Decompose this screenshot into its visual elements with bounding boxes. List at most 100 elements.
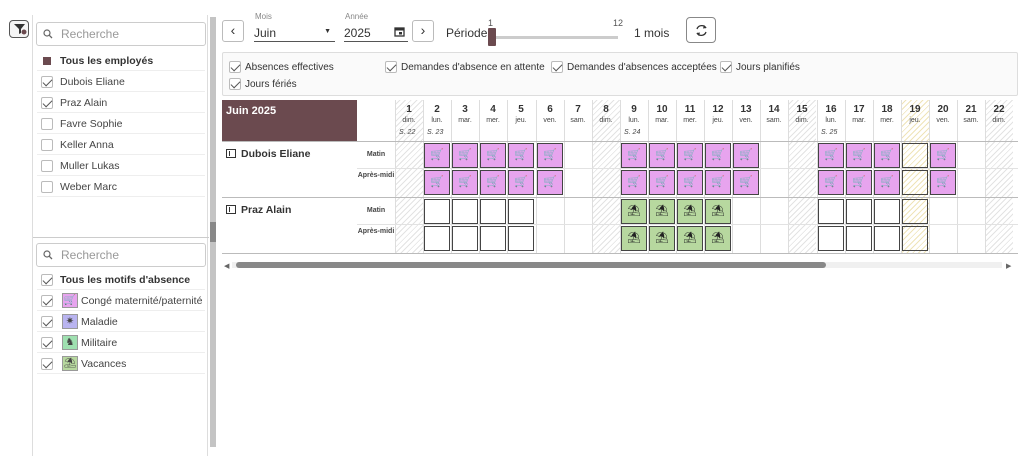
planned-day-cell[interactable]: [508, 226, 534, 251]
absence-cell[interactable]: 🛒: [480, 170, 506, 195]
all-employees-item[interactable]: Tous les employés: [37, 51, 205, 71]
absence-cell[interactable]: 🛒: [930, 170, 956, 195]
absence-cell[interactable]: 🛒: [818, 170, 844, 195]
employee-item[interactable]: Muller Lukas: [37, 156, 205, 176]
planned-day-cell[interactable]: [874, 199, 900, 224]
holiday-cell[interactable]: [902, 199, 928, 224]
absence-cell[interactable]: 🛒: [846, 143, 872, 168]
absence-cell[interactable]: 🛒: [733, 170, 759, 195]
refresh-button[interactable]: [686, 17, 716, 43]
planned-day-cell[interactable]: [480, 199, 506, 224]
absence-cell[interactable]: 🛒: [537, 143, 563, 168]
period-slider-thumb[interactable]: [488, 28, 496, 46]
absence-cell[interactable]: 🛒: [733, 143, 759, 168]
month-select[interactable]: Juin ▼: [254, 22, 335, 42]
year-field[interactable]: 2025: [344, 22, 408, 42]
absence-reason-checkbox[interactable]: [41, 295, 53, 307]
absence-cell[interactable]: 🛒: [621, 143, 647, 168]
planned-day-cell[interactable]: [818, 226, 844, 251]
planned-day-cell[interactable]: [846, 199, 872, 224]
legend-checkbox[interactable]: [551, 61, 563, 73]
employee-item[interactable]: Praz Alain: [37, 93, 205, 113]
absence-cell[interactable]: 🛒: [537, 170, 563, 195]
absence-reason-checkbox[interactable]: [41, 337, 53, 349]
legend-checkbox[interactable]: [229, 78, 241, 90]
absence-reason-checkbox[interactable]: [41, 358, 53, 370]
absence-cell[interactable]: 🛒: [452, 170, 478, 195]
absence-cell[interactable]: ⛱: [649, 226, 675, 251]
absence-cell[interactable]: 🛒: [930, 143, 956, 168]
absence-cell[interactable]: ⛱: [705, 199, 731, 224]
legend-checkbox[interactable]: [385, 61, 397, 73]
absence-cell[interactable]: 🛒: [508, 170, 534, 195]
planned-day-cell[interactable]: [480, 226, 506, 251]
absence-cell[interactable]: ⛱: [621, 226, 647, 251]
planned-day-cell[interactable]: [508, 199, 534, 224]
employee-item[interactable]: Favre Sophie: [37, 114, 205, 134]
absence-reason-item[interactable]: ♞ Militaire: [37, 333, 205, 353]
absence-cell[interactable]: 🛒: [846, 170, 872, 195]
employee-checkbox[interactable]: [41, 181, 53, 193]
employee-search-input[interactable]: [59, 26, 199, 42]
planned-day-cell[interactable]: [846, 226, 872, 251]
absence-cell[interactable]: 🛒: [452, 143, 478, 168]
employee-checkbox[interactable]: [41, 139, 53, 151]
all-employees-checkbox[interactable]: [41, 55, 53, 67]
employee-checkbox[interactable]: [41, 160, 53, 172]
absence-reason-item[interactable]: ⛱ Vacances: [37, 354, 205, 374]
period-slider-track[interactable]: [494, 36, 618, 39]
absence-cell[interactable]: ⛱: [677, 199, 703, 224]
previous-month-button[interactable]: ‹: [222, 20, 244, 42]
all-motifs-item[interactable]: Tous les motifs d'absence: [37, 270, 205, 290]
planned-day-cell[interactable]: [874, 226, 900, 251]
absence-reason-item[interactable]: ✷ Maladie: [37, 312, 205, 332]
scroll-left-arrow-icon[interactable]: ◀: [224, 262, 229, 270]
absence-cell[interactable]: 🛒: [874, 170, 900, 195]
employee-checkbox[interactable]: [41, 118, 53, 130]
absence-cell[interactable]: ⛱: [649, 199, 675, 224]
absence-cell[interactable]: 🛒: [649, 143, 675, 168]
planned-day-cell[interactable]: [424, 226, 450, 251]
legend-checkbox[interactable]: [229, 61, 241, 73]
filter-toggle-button[interactable]: [9, 20, 29, 38]
next-month-button[interactable]: ›: [412, 20, 434, 42]
horizontal-scrollbar-thumb[interactable]: [236, 262, 826, 268]
legend-checkbox[interactable]: [720, 61, 732, 73]
calendar-icon[interactable]: [394, 26, 405, 37]
employee-checkbox[interactable]: [41, 97, 53, 109]
absence-cell[interactable]: ⛱: [621, 199, 647, 224]
panel-splitter[interactable]: [210, 17, 216, 447]
planned-day-cell[interactable]: [424, 199, 450, 224]
absence-cell[interactable]: 🛒: [818, 143, 844, 168]
employee-item[interactable]: Dubois Eliane: [37, 72, 205, 92]
absence-cell[interactable]: 🛒: [480, 143, 506, 168]
absence-cell[interactable]: 🛒: [424, 143, 450, 168]
absence-reason-checkbox[interactable]: [41, 316, 53, 328]
holiday-cell[interactable]: [902, 143, 928, 168]
splitter-grip[interactable]: [210, 222, 216, 242]
employee-checkbox[interactable]: [41, 76, 53, 88]
absence-cell[interactable]: 🛒: [677, 170, 703, 195]
absence-cell[interactable]: ⛱: [705, 226, 731, 251]
absence-cell[interactable]: 🛒: [508, 143, 534, 168]
absence-cell[interactable]: 🛒: [649, 170, 675, 195]
absence-cell[interactable]: ⛱: [677, 226, 703, 251]
holiday-cell[interactable]: [902, 226, 928, 251]
holiday-cell[interactable]: [902, 170, 928, 195]
planned-day-cell[interactable]: [452, 226, 478, 251]
motif-search-input[interactable]: [59, 247, 199, 263]
absence-reason-item[interactable]: 🛒 Congé maternité/paternité: [37, 291, 205, 311]
absence-cell[interactable]: 🛒: [424, 170, 450, 195]
absence-cell[interactable]: 🛒: [677, 143, 703, 168]
employee-item[interactable]: Keller Anna: [37, 135, 205, 155]
all-motifs-checkbox[interactable]: [41, 274, 53, 286]
absence-cell[interactable]: 🛒: [705, 170, 731, 195]
planned-day-cell[interactable]: [818, 199, 844, 224]
absence-cell[interactable]: 🛒: [874, 143, 900, 168]
employee-search[interactable]: [36, 22, 206, 46]
absence-cell[interactable]: 🛒: [621, 170, 647, 195]
absence-cell[interactable]: 🛒: [705, 143, 731, 168]
motif-search[interactable]: [36, 243, 206, 267]
employee-item[interactable]: Weber Marc: [37, 177, 205, 197]
scroll-right-arrow-icon[interactable]: ▶: [1006, 262, 1011, 270]
